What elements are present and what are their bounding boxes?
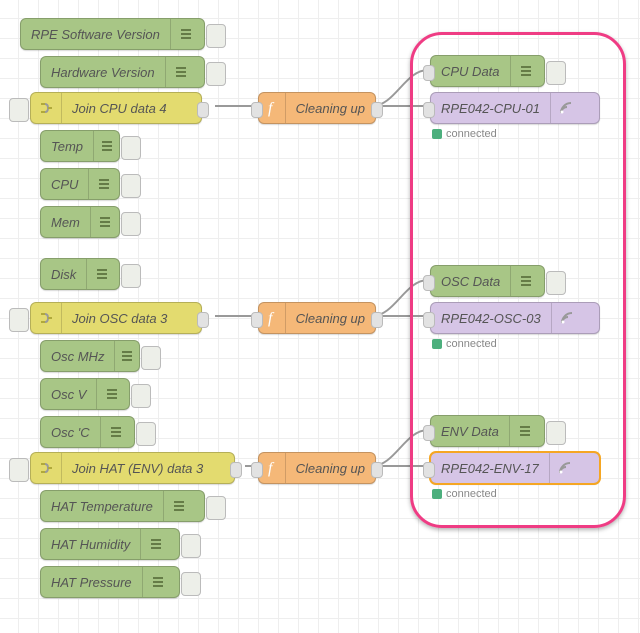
out-icon [96,379,127,409]
node-label: RPE Software Version [21,27,170,42]
node-label: Temp [41,139,93,154]
node-action-button[interactable] [206,24,226,48]
node-join-osc-data[interactable]: Join OSC data 3 [30,302,202,334]
node-action-button[interactable] [9,458,29,482]
node-action-button[interactable] [121,136,141,160]
node-action-button[interactable] [181,572,201,596]
node-label: Cleaning up [286,311,375,326]
node-join-cpu-data[interactable]: Join CPU data 4 [30,92,202,124]
out-icon [86,259,117,289]
svg-text:f: f [268,460,275,477]
selection-highlight [410,32,626,528]
out-icon [165,57,196,87]
node-label: Join OSC data 3 [62,311,177,326]
join-icon [31,303,62,333]
node-action-button[interactable] [206,496,226,520]
node-hat-temperature[interactable]: HAT Temperature [40,490,205,522]
node-label: HAT Humidity [41,537,140,552]
out-icon [100,417,131,447]
node-hat-pressure[interactable]: HAT Pressure [40,566,180,598]
node-action-button[interactable] [121,264,141,288]
node-port[interactable] [371,462,383,478]
node-osc-mhz[interactable]: Osc MHz [40,340,140,372]
out-icon [163,491,194,521]
node-label: HAT Pressure [41,575,142,590]
out-icon [140,529,171,559]
node-action-button[interactable] [136,422,156,446]
node-label: Cleaning up [286,101,375,116]
svg-text:f: f [268,310,275,327]
node-label: CPU [41,177,88,192]
node-label: Disk [41,267,86,282]
node-rpe-software-version[interactable]: RPE Software Version [20,18,205,50]
node-port[interactable] [251,462,263,478]
out-icon [114,341,139,371]
out-icon [142,567,173,597]
join-icon [31,93,62,123]
node-port[interactable] [230,462,242,478]
node-port[interactable] [197,312,209,328]
out-icon [90,207,119,237]
node-action-button[interactable] [121,212,141,236]
node-label: Mem [41,215,90,230]
node-port[interactable] [371,312,383,328]
node-port[interactable] [371,102,383,118]
node-label: Join CPU data 4 [62,101,177,116]
node-action-button[interactable] [141,346,161,370]
svg-text:f: f [268,100,275,117]
node-action-button[interactable] [206,62,226,86]
flow-editor-canvas[interactable]: RPE Software Version Hardware Version Jo… [0,0,640,633]
node-port[interactable] [251,102,263,118]
out-icon [93,131,119,161]
node-cleaning-up-env[interactable]: f Cleaning up [258,452,376,484]
node-label: HAT Temperature [41,499,163,514]
node-cleaning-up-cpu[interactable]: f Cleaning up [258,92,376,124]
node-label: Osc V [41,387,96,402]
node-label: Cleaning up [286,461,375,476]
node-temp[interactable]: Temp [40,130,120,162]
node-port[interactable] [251,312,263,328]
out-icon [170,19,201,49]
node-cleaning-up-osc[interactable]: f Cleaning up [258,302,376,334]
node-label: Osc 'C [41,425,100,440]
node-label: Osc MHz [41,349,114,364]
out-icon [88,169,119,199]
node-disk[interactable]: Disk [40,258,120,290]
node-action-button[interactable] [181,534,201,558]
join-icon [31,453,62,483]
node-action-button[interactable] [131,384,151,408]
node-mem[interactable]: Mem [40,206,120,238]
node-osc-c[interactable]: Osc 'C [40,416,135,448]
node-label: Hardware Version [41,65,165,80]
node-action-button[interactable] [121,174,141,198]
node-action-button[interactable] [9,98,29,122]
node-hat-humidity[interactable]: HAT Humidity [40,528,180,560]
node-action-button[interactable] [9,308,29,332]
node-cpu[interactable]: CPU [40,168,120,200]
node-port[interactable] [197,102,209,118]
node-join-hat-env-data[interactable]: Join HAT (ENV) data 3 [30,452,235,484]
node-osc-v[interactable]: Osc V [40,378,130,410]
node-label: Join HAT (ENV) data 3 [62,461,213,476]
node-hardware-version[interactable]: Hardware Version [40,56,205,88]
